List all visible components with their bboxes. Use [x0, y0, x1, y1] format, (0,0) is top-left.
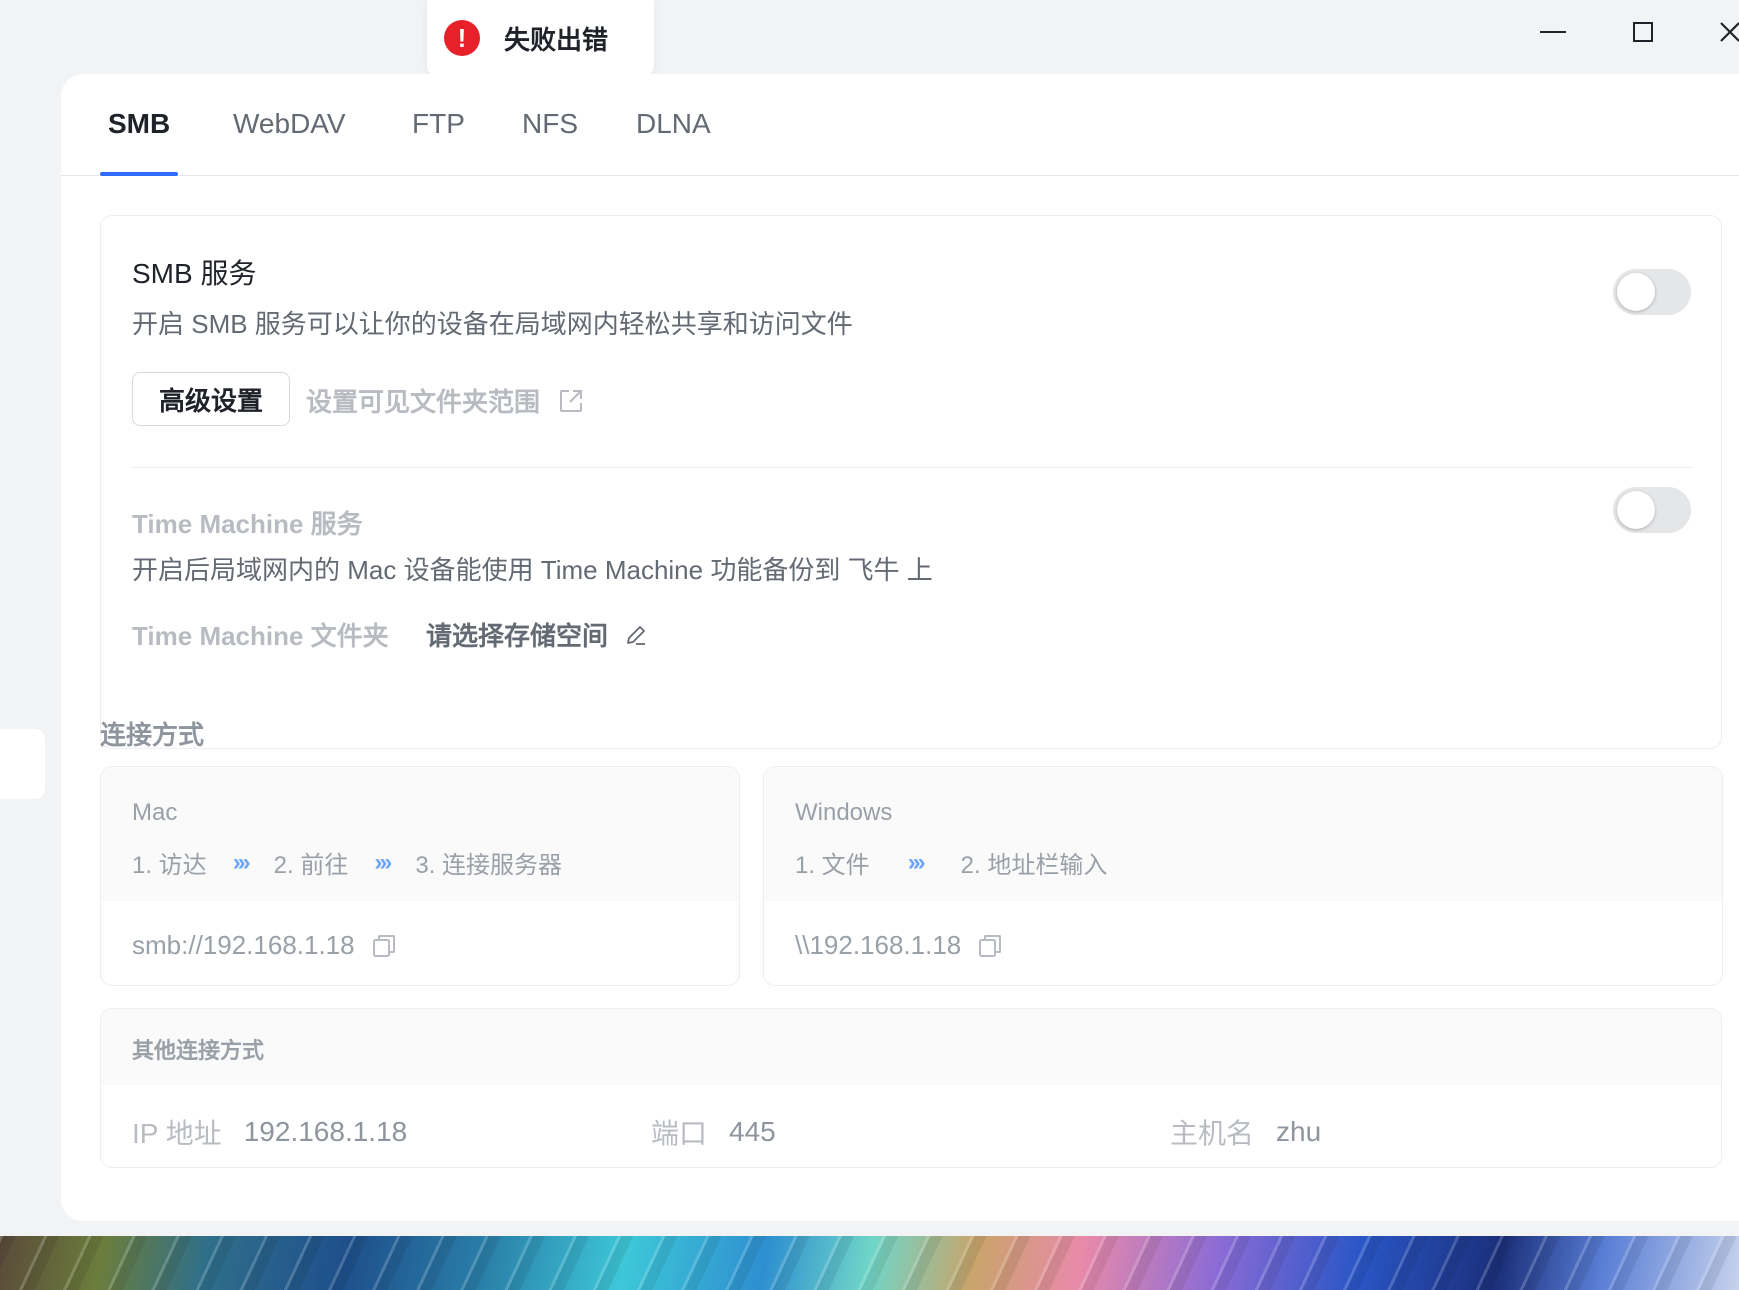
smb-service-card: SMB 服务 开启 SMB 服务可以让你的设备在局域网内轻松共享和访问文件 高级…	[100, 215, 1722, 749]
port-label: 端口	[651, 1118, 708, 1149]
minimize-button[interactable]	[1523, 14, 1583, 50]
settings-panel: SMB WebDAV FTP NFS DLNA SMB 服务 开启 SMB 服务…	[61, 74, 1739, 1221]
mac-connection-card: Mac 1. 访达 ››› 2. 前往 ››› 3. 连接服务器 smb://1…	[100, 766, 740, 986]
windows-step-2: 2. 地址栏输入	[960, 852, 1108, 879]
time-machine-folder-label: Time Machine 文件夹	[132, 621, 389, 651]
windows-os-label: Windows	[795, 799, 893, 826]
time-machine-title: Time Machine 服务	[132, 509, 363, 539]
windows-step-1: 1. 文件	[795, 852, 870, 879]
hostname-label: 主机名	[1170, 1118, 1255, 1149]
maximize-icon	[1633, 22, 1653, 42]
advanced-settings-button[interactable]: 高级设置	[132, 372, 290, 426]
tab-smb[interactable]: SMB	[108, 108, 170, 140]
port-value: 445	[729, 1116, 776, 1147]
hostname-field: 主机名 zhu	[1170, 1112, 1321, 1152]
mac-step-3: 3. 连接服务器	[415, 852, 563, 879]
active-tab-indicator	[100, 172, 178, 176]
ip-address-value: 192.168.1.18	[243, 1116, 408, 1147]
mac-address-value: smb://192.168.1.18	[132, 930, 355, 960]
close-button[interactable]	[1700, 14, 1739, 50]
windows-address: \\192.168.1.18	[795, 930, 1003, 961]
mac-step-2: 2. 前往	[273, 852, 349, 879]
copy-icon[interactable]	[977, 933, 1003, 959]
mac-address: smb://192.168.1.18	[132, 930, 397, 961]
smb-service-description: 开启 SMB 服务可以让你的设备在局域网内轻松共享和访问文件	[132, 309, 853, 339]
minimize-icon	[1540, 31, 1566, 33]
port-field: 端口 445	[651, 1112, 776, 1152]
tab-dlna[interactable]: DLNA	[636, 108, 711, 140]
copy-icon[interactable]	[371, 933, 397, 959]
mac-connection-header: Mac 1. 访达 ››› 2. 前往 ››› 3. 连接服务器	[101, 767, 739, 901]
tab-nfs[interactable]: NFS	[522, 108, 578, 140]
close-icon	[1720, 22, 1739, 42]
ip-address-field: IP 地址 192.168.1.18	[132, 1112, 407, 1152]
other-connection-header: 其他连接方式	[101, 1009, 1721, 1085]
tab-ftp[interactable]: FTP	[412, 108, 465, 140]
tab-webdav[interactable]: WebDAV	[233, 108, 346, 140]
maximize-button[interactable]	[1613, 14, 1673, 50]
windows-steps: 1. 文件 ››› 2. 地址栏输入	[795, 845, 1107, 880]
smb-service-toggle[interactable]	[1613, 269, 1691, 315]
edit-icon	[627, 625, 646, 645]
other-connection-title: 其他连接方式	[132, 1038, 265, 1063]
toggle-knob	[1617, 491, 1655, 529]
step-arrow-icon: ›››	[907, 848, 926, 876]
side-panel-edge[interactable]	[0, 729, 45, 799]
toggle-knob	[1617, 273, 1655, 311]
error-toast: ! 失败出错	[427, 0, 654, 76]
error-icon: !	[444, 20, 480, 56]
connection-section-title: 连接方式	[100, 720, 205, 750]
toast-message: 失败出错	[504, 24, 609, 55]
hostname-value: zhu	[1276, 1116, 1322, 1147]
desktop-wallpaper	[0, 1236, 1739, 1290]
visible-folder-scope-link[interactable]: 设置可见文件夹范围	[306, 382, 584, 419]
time-machine-toggle[interactable]	[1613, 487, 1691, 533]
protocol-tabs: SMB WebDAV FTP NFS DLNA	[61, 74, 1739, 176]
windows-address-value: \\192.168.1.18	[795, 930, 962, 960]
windows-connection-card: Windows 1. 文件 ››› 2. 地址栏输入 \\192.168.1.1…	[763, 766, 1723, 986]
other-connection-card: 其他连接方式 IP 地址 192.168.1.18 端口 445 主机名 zhu	[100, 1008, 1722, 1168]
windows-connection-header: Windows 1. 文件 ››› 2. 地址栏输入	[764, 767, 1722, 901]
visible-folder-scope-label: 设置可见文件夹范围	[306, 387, 541, 417]
smb-service-title: SMB 服务	[132, 258, 257, 289]
time-machine-folder-value: 请选择存储空间	[426, 621, 609, 651]
time-machine-description: 开启后局域网内的 Mac 设备能使用 Time Machine 功能备份到 飞牛…	[132, 555, 933, 585]
mac-step-1: 1. 访达	[132, 852, 207, 879]
ip-address-label: IP 地址	[132, 1118, 222, 1149]
section-divider	[132, 467, 1692, 468]
step-arrow-icon: ›››	[232, 848, 251, 876]
mac-os-label: Mac	[132, 799, 178, 826]
time-machine-folder-select[interactable]: 请选择存储空间	[426, 616, 648, 653]
mac-steps: 1. 访达 ››› 2. 前往 ››› 3. 连接服务器	[132, 845, 562, 880]
step-arrow-icon: ›››	[374, 848, 392, 876]
external-link-icon	[560, 389, 583, 412]
